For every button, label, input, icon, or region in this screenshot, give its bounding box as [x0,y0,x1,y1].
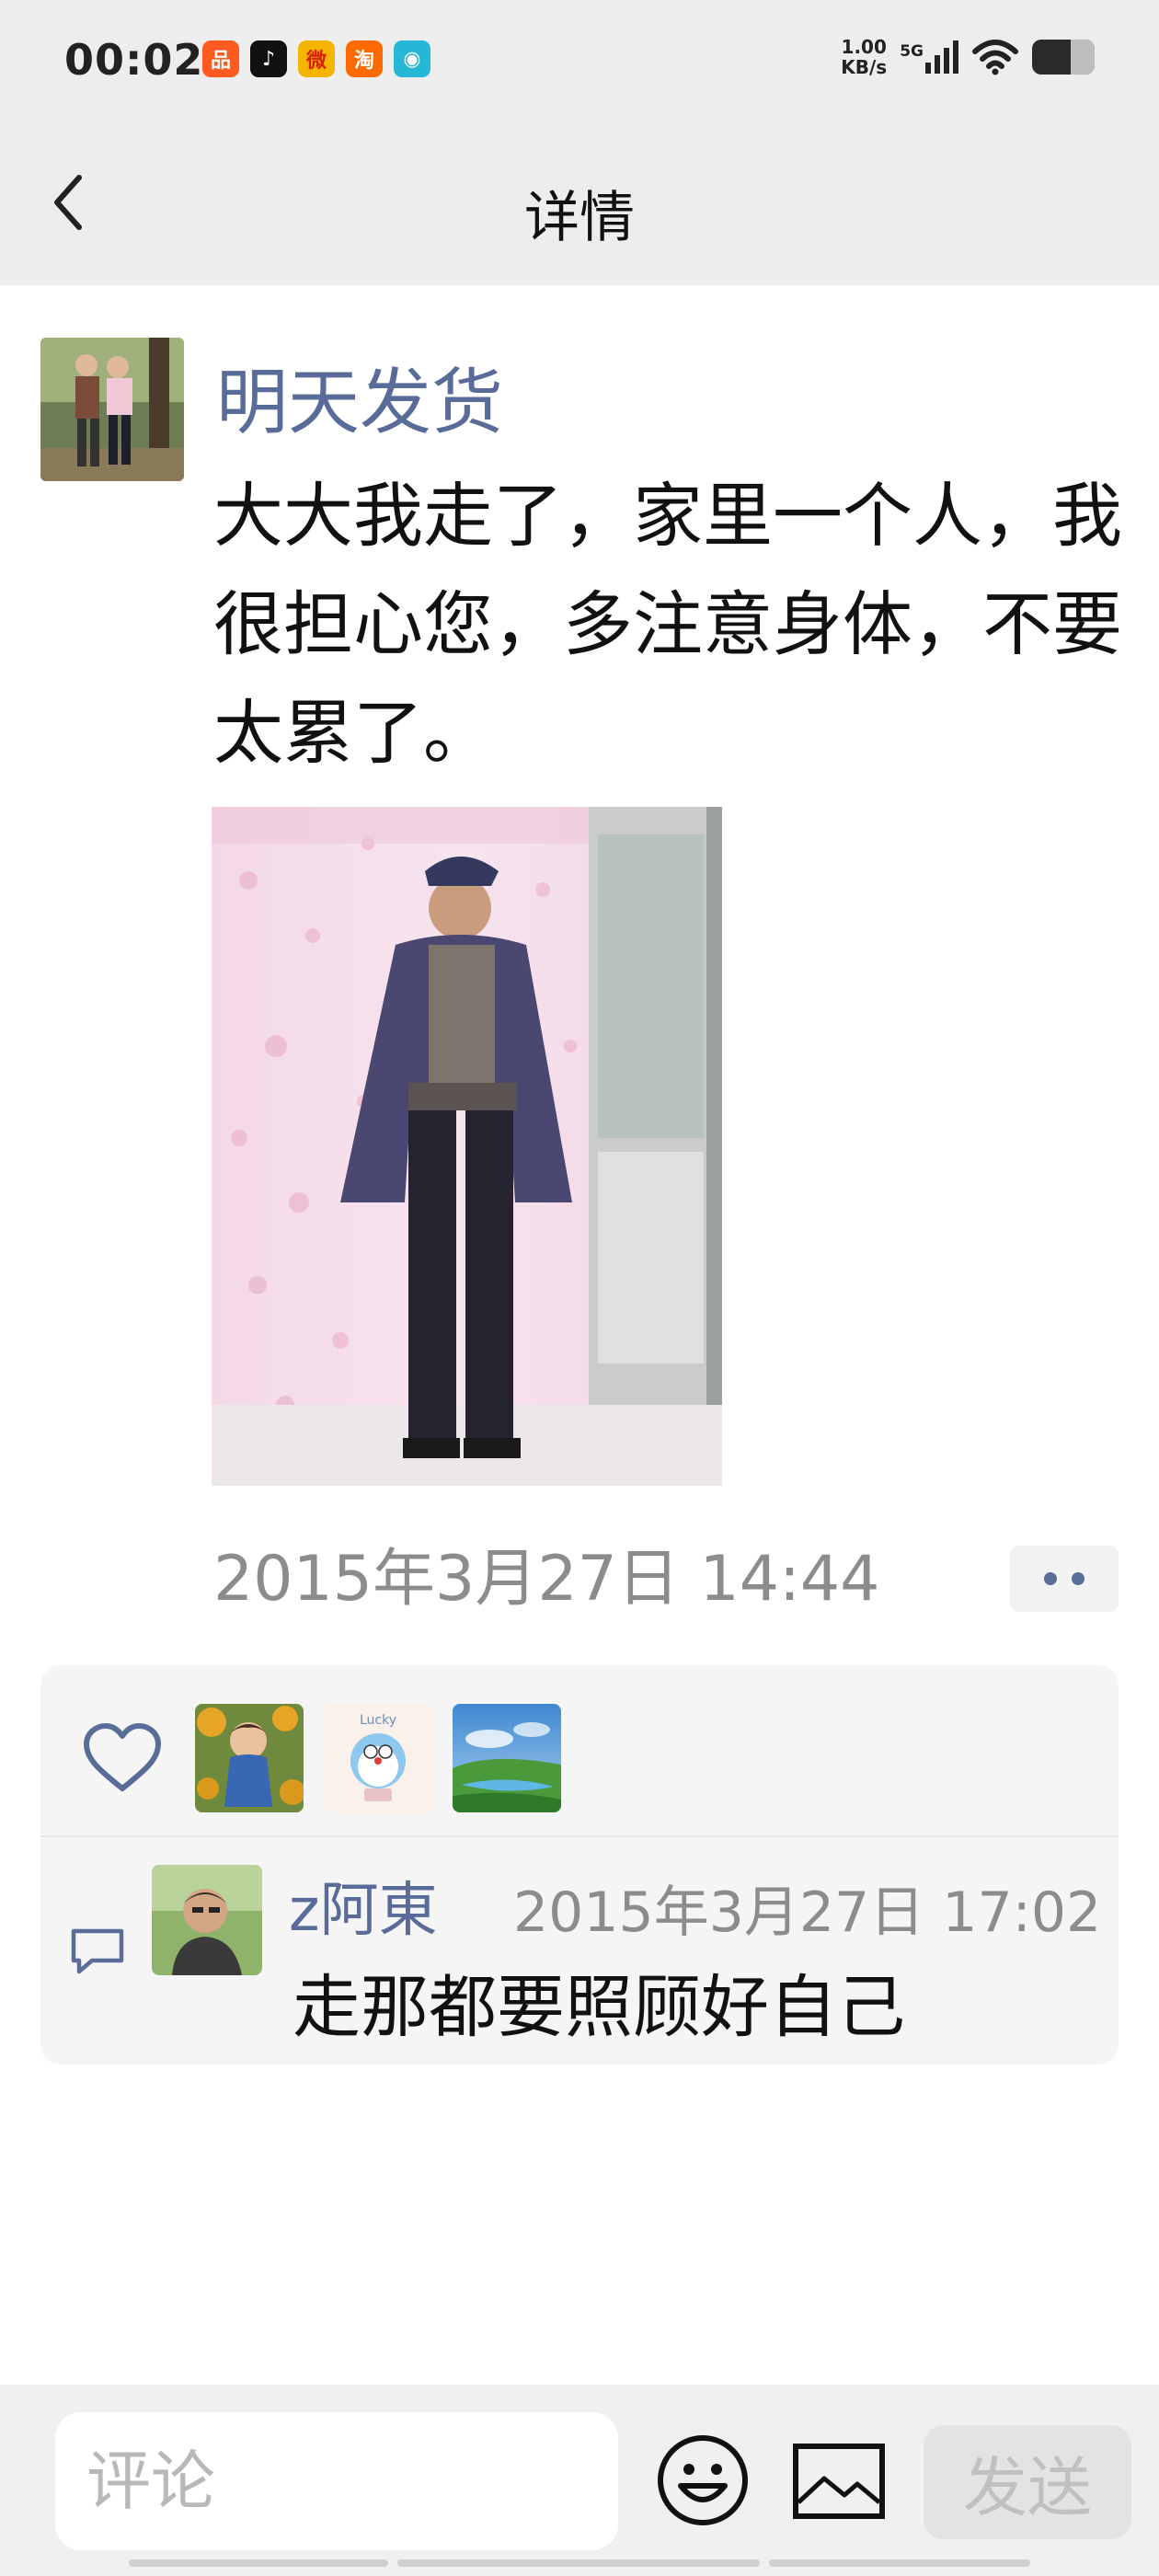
wifi-icon [972,40,1018,75]
more-dot-icon [1044,1572,1057,1585]
more-dot-icon [1072,1572,1084,1585]
image-icon[interactable] [791,2442,887,2521]
signal-bars-icon [925,40,958,74]
gesture-bar [397,2559,760,2567]
battery-icon [1032,40,1095,75]
network-type-label: 5G [900,42,924,61]
liker-avatar[interactable]: Lucky [324,1704,432,1812]
commenter-avatar[interactable] [152,1865,262,1975]
network-speed: 1.00 KB/s [841,37,887,77]
weibo-icon: 微 [298,40,335,77]
camera-app-icon: ◉ [394,40,430,77]
status-app-icons: 品 ♪ 微 淘 ◉ [202,40,430,77]
network-speed-unit: KB/s [841,56,888,78]
comment-input[interactable] [55,2412,618,2550]
commenter-name[interactable]: z阿東 [289,1863,438,1948]
status-time: 00:02 [64,35,204,85]
xiaohongshu-icon: 品 [202,40,239,77]
more-options-button[interactable] [1010,1546,1119,1612]
taobao-icon: 淘 [346,40,383,77]
cell-signal: 5G [900,40,958,74]
status-indicators: 1.00 KB/s 5G [841,37,1095,77]
author-avatar[interactable] [40,338,184,481]
emoji-icon[interactable] [655,2432,751,2528]
douyin-icon: ♪ [250,40,287,77]
like-heart-icon[interactable] [81,1722,164,1796]
liker-avatar[interactable] [195,1704,304,1812]
send-button[interactable]: 发送 [924,2425,1131,2539]
post-author-name[interactable]: 明天发货 [216,345,503,448]
post-text: 大大我走了，家里一个人，我很担心您，多注意身体，不要太累了。 [213,475,1122,774]
comment-text[interactable]: 走那都要照顾好自己 [293,1952,905,2051]
liker-avatar[interactable] [453,1704,561,1812]
gesture-bar [769,2559,1030,2567]
comment-timestamp: 2015年3月27日 17:02 [513,1880,1102,1945]
top-bar: 00:02 品 ♪ 微 淘 ◉ 1.00 KB/s 5G 详情 [0,0,1159,285]
post-timestamp: 2015年3月27日 14:44 [213,1543,880,1616]
svg-text:Lucky: Lucky [360,1713,396,1728]
post-photo[interactable] [212,807,722,1486]
page-title: 详情 [524,186,635,250]
gesture-bar [129,2559,388,2567]
comment-bubble-icon [71,1928,124,1974]
panel-divider [40,1835,1119,1837]
network-speed-value: 1.00 [841,36,887,58]
